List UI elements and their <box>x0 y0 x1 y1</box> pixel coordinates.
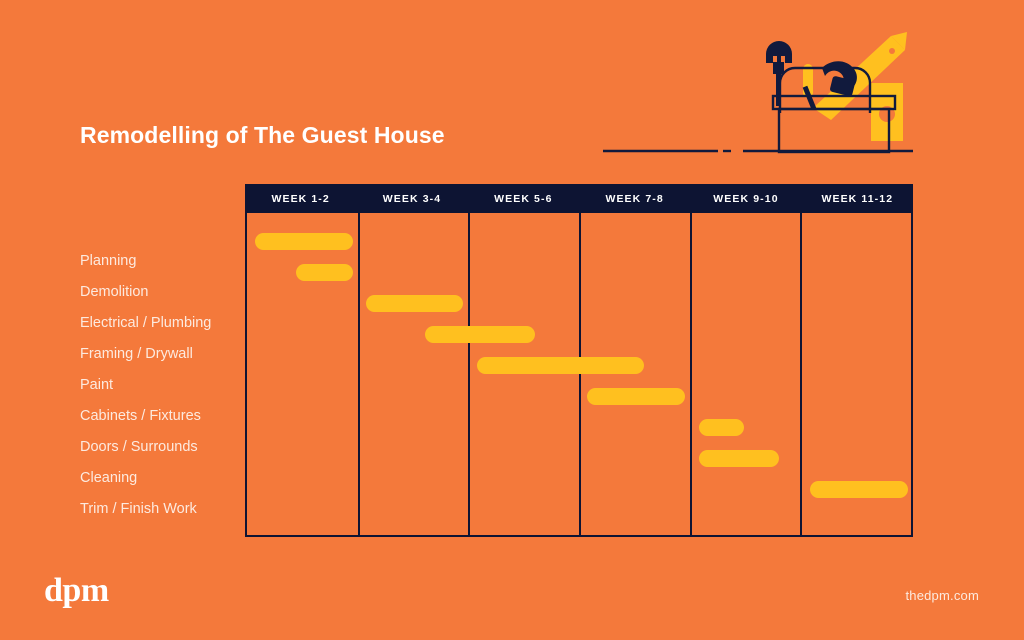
gantt-header-row: WEEK 1-2 WEEK 3-4 WEEK 5-6 WEEK 7-8 WEEK… <box>245 184 913 213</box>
page-title: Remodelling of The Guest House <box>80 122 445 148</box>
week-column-header: WEEK 5-6 <box>494 192 553 205</box>
gantt-bar[interactable] <box>810 481 908 498</box>
gantt-bar[interactable] <box>254 233 353 250</box>
task-label: Doors / Surrounds <box>80 439 198 455</box>
week-column-header: WEEK 7-8 <box>605 192 664 205</box>
gantt-plot-area <box>245 213 913 537</box>
website-url: thedpm.com <box>905 588 979 603</box>
gantt-bar[interactable] <box>698 419 745 436</box>
gantt-bar[interactable] <box>365 295 464 312</box>
task-label: Electrical / Plumbing <box>80 315 212 331</box>
task-label: Cabinets / Fixtures <box>80 408 201 424</box>
week-column-header: WEEK 1-2 <box>271 192 330 205</box>
column-divider <box>357 213 360 535</box>
task-label: Framing / Drywall <box>80 346 193 362</box>
task-label: Cleaning <box>80 470 138 486</box>
task-label: Demolition <box>80 284 149 300</box>
gantt-bar[interactable] <box>476 357 645 374</box>
column-divider <box>800 213 803 535</box>
gantt-bar[interactable] <box>586 388 685 405</box>
dpm-logo: dpm <box>44 572 109 609</box>
task-label-list: Planning Demolition Electrical / Plumbin… <box>80 246 240 525</box>
column-divider <box>689 213 692 535</box>
tape-measure-icon <box>871 83 903 141</box>
gantt-chart-page: { "title": "Remodelling of The Guest Hou… <box>0 0 1024 640</box>
gantt-bar[interactable] <box>424 326 536 343</box>
gantt-chart: WEEK 1-2 WEEK 3-4 WEEK 5-6 WEEK 7-8 WEEK… <box>245 184 913 537</box>
toolbox-illustration <box>595 20 920 160</box>
gantt-bar[interactable] <box>698 450 779 467</box>
task-label: Paint <box>80 377 114 393</box>
task-label: Trim / Finish Work <box>80 501 197 517</box>
week-column-header: WEEK 11-12 <box>821 192 894 205</box>
column-divider <box>468 213 471 535</box>
gantt-bar[interactable] <box>296 264 353 281</box>
week-column-header: WEEK 9-10 <box>713 192 779 205</box>
task-label: Planning <box>80 253 137 269</box>
column-divider <box>579 213 581 535</box>
week-column-header: WEEK 3-4 <box>382 192 442 205</box>
